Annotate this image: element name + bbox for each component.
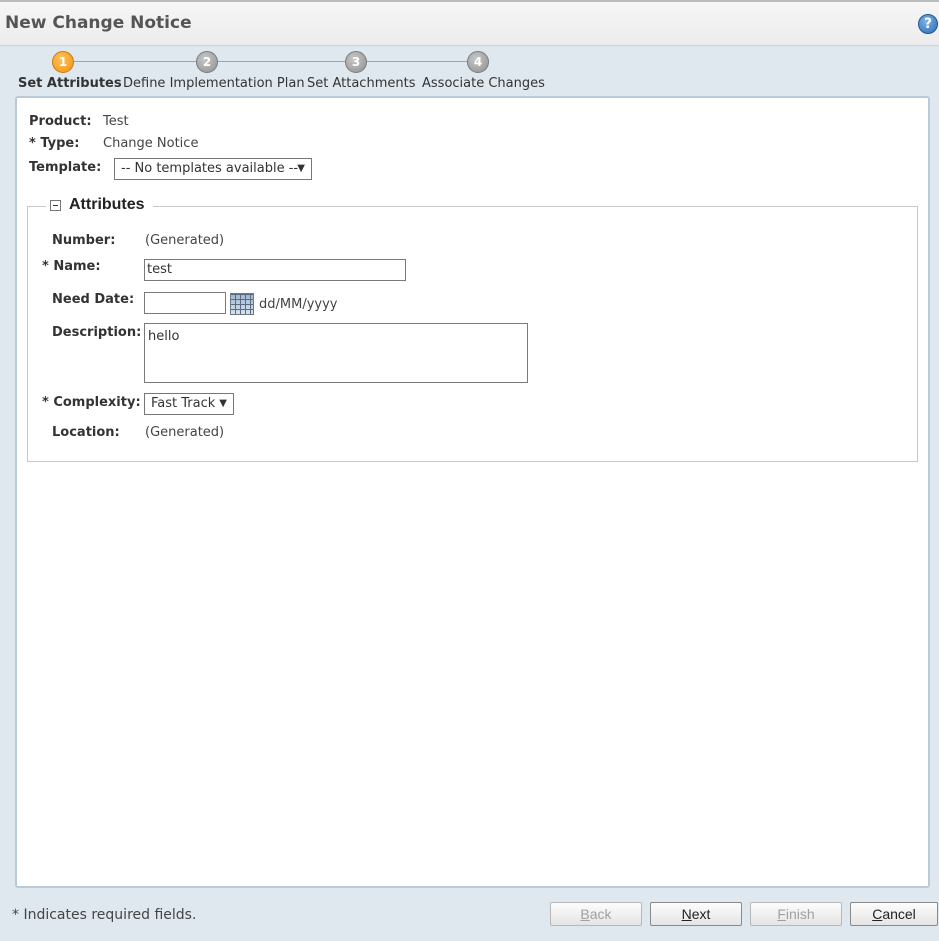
finish-mnemonic: F <box>777 906 786 922</box>
wizard-panel: Product: Test * Type: Change Notice Temp… <box>15 96 930 888</box>
template-select[interactable]: -- No templates available -- ▼ <box>114 158 312 180</box>
cancel-button[interactable]: Cancel <box>850 902 938 926</box>
cancel-mnemonic: C <box>872 906 883 922</box>
collapse-icon[interactable] <box>50 199 61 211</box>
need-date-label: Need Date: <box>52 292 135 307</box>
attributes-legend: Attributes <box>46 196 153 214</box>
back-label-rest: ack <box>589 906 612 922</box>
next-label-rest: ext <box>691 906 711 922</box>
next-mnemonic: N <box>681 906 692 922</box>
chevron-down-icon: ▼ <box>219 398 227 409</box>
complexity-label: * Complexity: <box>42 395 141 410</box>
chevron-down-icon: ▼ <box>297 163 305 174</box>
step-connector <box>72 61 198 62</box>
step-connector <box>218 61 346 62</box>
wizard-steps: 1 2 3 4 Set Attributes Define Implementa… <box>0 48 939 98</box>
step-1-label: Set Attributes <box>18 76 122 91</box>
complexity-selected-value: Fast Track <box>151 396 216 411</box>
title-bar: New Change Notice ? <box>0 0 939 46</box>
description-label: Description: <box>52 325 142 340</box>
location-value: (Generated) <box>145 425 225 440</box>
complexity-select[interactable]: Fast Track ▼ <box>144 393 234 415</box>
template-label: Template: <box>29 160 102 175</box>
attributes-section: Attributes Number: (Generated) * Name: t… <box>27 196 918 462</box>
step-3-label: Set Attachments <box>307 76 416 91</box>
step-4-indicator: 4 <box>467 51 489 73</box>
name-label: * Name: <box>42 259 101 274</box>
step-3-indicator: 3 <box>345 51 367 73</box>
name-input[interactable]: test <box>144 259 406 281</box>
date-format-hint: dd/MM/yyyy <box>259 297 338 312</box>
finish-button[interactable]: Finish <box>750 902 842 926</box>
question-mark-icon[interactable]: ? <box>918 14 938 34</box>
need-date-input[interactable] <box>144 292 226 314</box>
step-connector <box>366 61 468 62</box>
product-label: Product: <box>29 114 92 129</box>
calendar-icon[interactable] <box>230 293 254 315</box>
type-value: Change Notice <box>103 136 199 151</box>
type-label: * Type: <box>29 136 80 151</box>
step-4-label: Associate Changes <box>422 76 545 91</box>
back-button[interactable]: Back <box>550 902 642 926</box>
step-2-label: Define Implementation Plan <box>123 76 305 91</box>
template-selected-value: -- No templates available -- <box>121 161 299 176</box>
step-2-indicator: 2 <box>196 51 218 73</box>
step-1-indicator: 1 <box>52 51 74 73</box>
description-textarea[interactable]: hello <box>144 323 528 383</box>
attributes-title: Attributes <box>69 196 145 213</box>
number-value: (Generated) <box>145 233 225 248</box>
window-title: New Change Notice <box>5 13 192 33</box>
required-fields-note: * Indicates required fields. <box>12 907 197 923</box>
number-label: Number: <box>52 233 116 248</box>
finish-label-rest: inish <box>785 906 815 922</box>
location-label: Location: <box>52 425 120 440</box>
cancel-label-rest: ancel <box>882 906 916 922</box>
product-value: Test <box>103 114 129 129</box>
back-mnemonic: B <box>580 906 590 922</box>
next-button[interactable]: Next <box>650 902 742 926</box>
